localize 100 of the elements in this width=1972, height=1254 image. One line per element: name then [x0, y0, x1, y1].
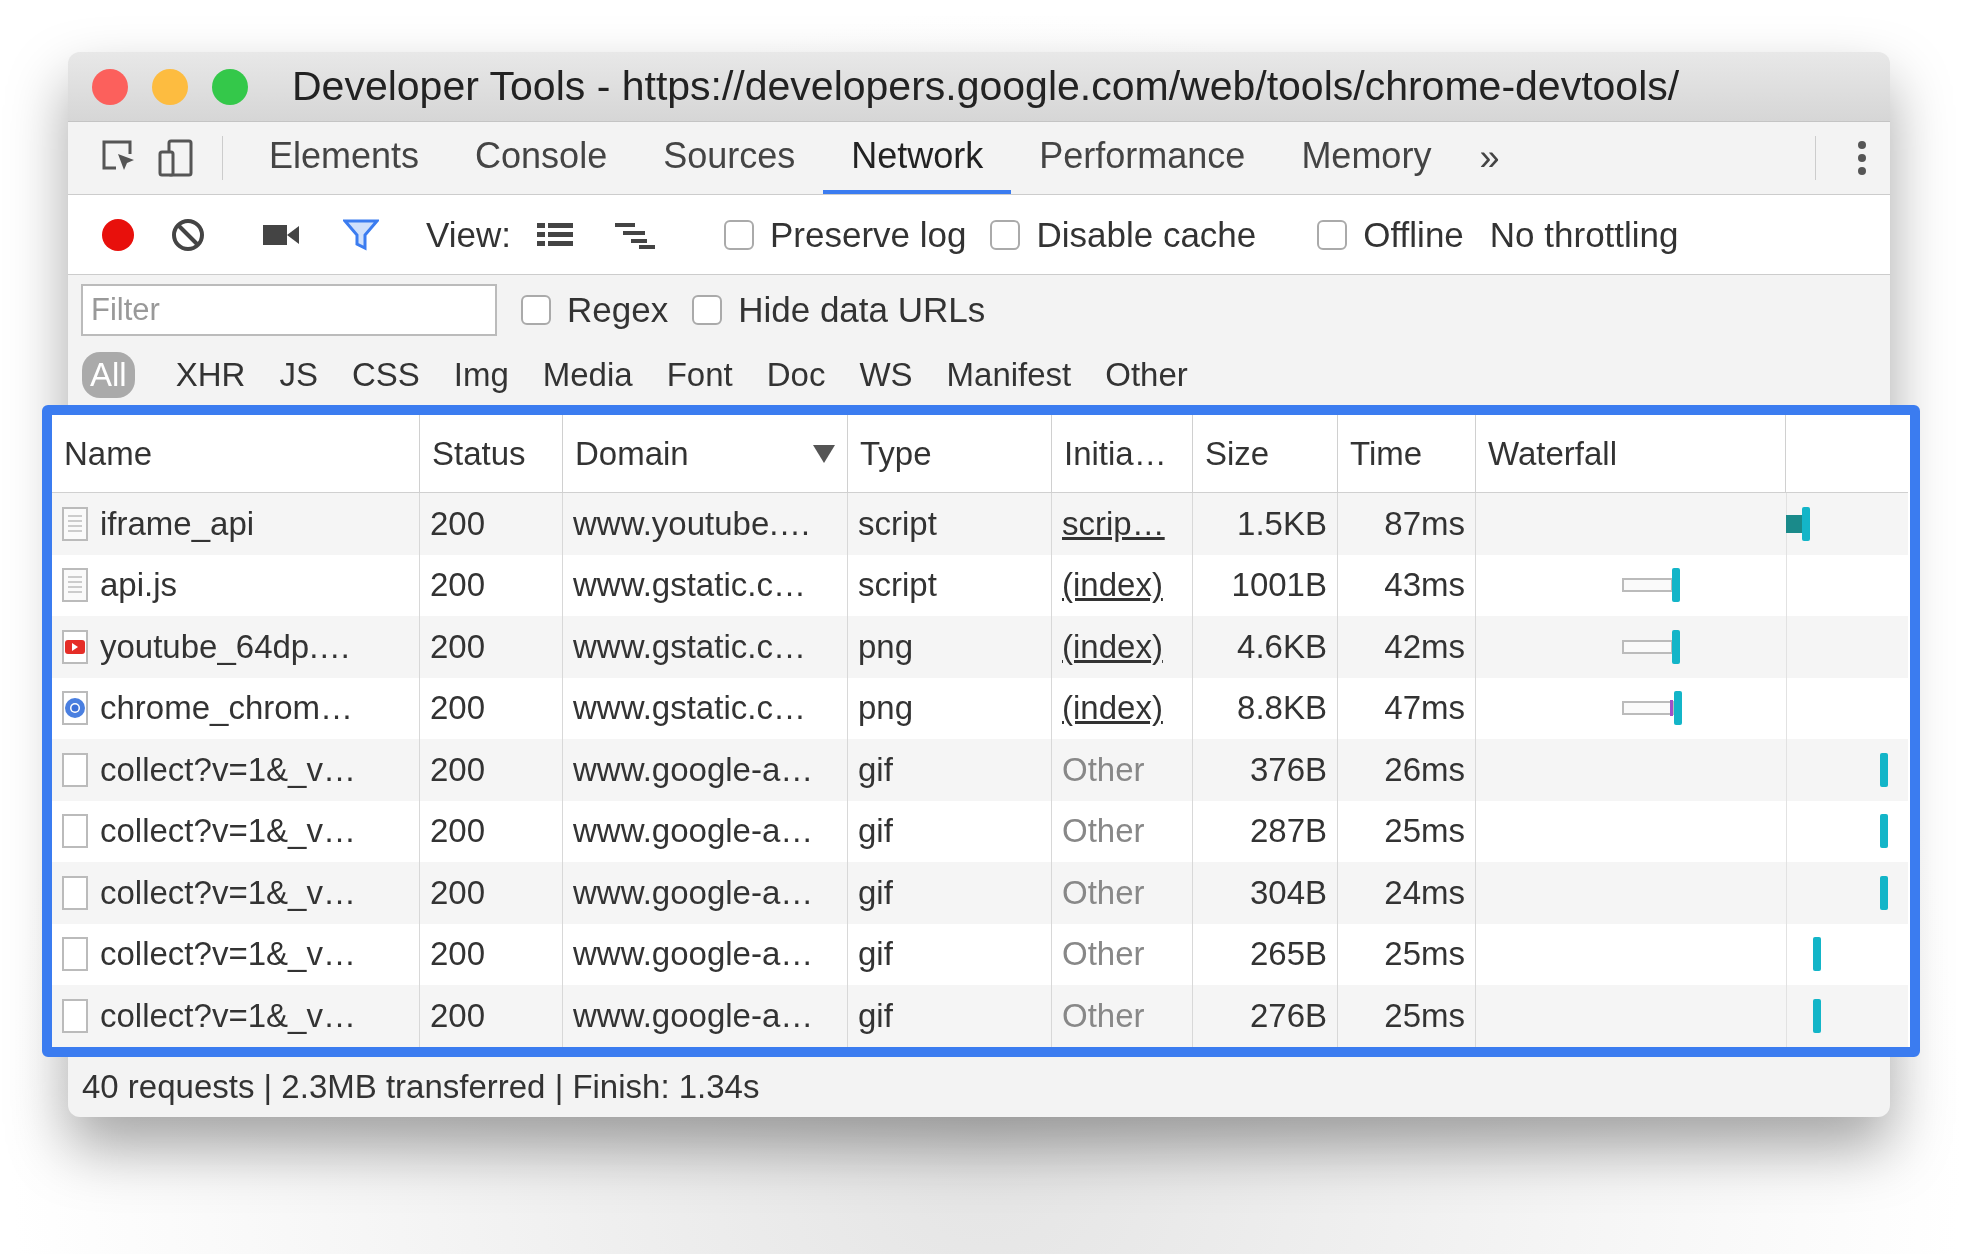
waterfall-view-icon[interactable]	[614, 220, 655, 249]
table-cell: 200	[430, 504, 486, 543]
device-icon[interactable]	[156, 138, 196, 178]
column-header[interactable]: Initia…	[1052, 415, 1193, 493]
table-cell: collect?v=1&_v…	[100, 873, 356, 912]
table-cell: www.gstatic.c…	[573, 566, 806, 605]
blank-file-icon	[62, 937, 88, 972]
column-header[interactable]: Waterfall	[1476, 415, 1786, 493]
table-cell: iframe_api	[100, 504, 255, 543]
table-cell: 287B	[1249, 812, 1327, 851]
type-filter[interactable]: Doc	[758, 352, 834, 398]
table-cell: gif	[858, 935, 893, 974]
checkbox-label: Disable cache	[1036, 214, 1257, 255]
type-filter[interactable]: XHR	[167, 352, 254, 398]
more-tabs-button[interactable]: »	[1459, 122, 1520, 194]
record-icon[interactable]	[100, 216, 136, 253]
type-filter[interactable]: JS	[271, 352, 326, 398]
type-filter[interactable]: CSS	[343, 352, 428, 398]
table-cell: 47ms	[1384, 689, 1465, 728]
table-cell: collect?v=1&_v…	[100, 935, 356, 974]
column-header[interactable]: Time	[1338, 415, 1476, 493]
filter-field[interactable]: Filter	[81, 284, 497, 336]
column-header[interactable]: Type	[848, 415, 1052, 493]
list-view-icon[interactable]	[536, 220, 573, 249]
column-header[interactable]: Status	[420, 415, 563, 493]
table-cell: www.google-a…	[573, 812, 814, 851]
checkbox-label: Regex	[567, 290, 669, 330]
waterfall-bar	[1880, 875, 1888, 910]
checkbox[interactable]	[692, 295, 723, 325]
type-filter[interactable]: Other	[1097, 352, 1196, 398]
table-cell: 1001B	[1231, 566, 1327, 605]
table-cell: 200	[430, 566, 486, 605]
checkbox-label: Hide data URLs	[738, 290, 986, 330]
column-header[interactable]: Domain	[563, 415, 848, 493]
table-cell: script	[858, 566, 937, 605]
table-cell: 4.6KB	[1237, 627, 1327, 666]
table-cell: 200	[430, 935, 486, 974]
status-text: 40 requests | 2.3MB transferred | Finish: 1.34s	[82, 1067, 760, 1106]
table-cell: 276B	[1249, 996, 1327, 1035]
table-cell: 376B	[1249, 750, 1327, 789]
table-cell: 200	[430, 750, 486, 789]
clear-icon[interactable]	[171, 217, 205, 252]
initiator-link[interactable]: (index)	[1062, 566, 1163, 605]
table-cell: 25ms	[1384, 996, 1465, 1035]
panel-tab[interactable]: Performance	[1011, 122, 1274, 194]
close-button[interactable]	[92, 68, 128, 105]
type-filter[interactable]: Font	[658, 352, 741, 398]
table-cell: www.gstatic.c…	[573, 627, 806, 666]
table-cell: Other	[1062, 750, 1145, 789]
checkbox[interactable]	[521, 295, 551, 325]
sort-descending-icon	[813, 444, 835, 463]
throttling-dropdown[interactable]: No throttling	[1489, 214, 1679, 255]
checkbox[interactable]	[1317, 219, 1348, 250]
type-filter[interactable]: Manifest	[938, 352, 1080, 398]
checkbox-label: Offline	[1363, 214, 1464, 255]
table-cell: 43ms	[1384, 566, 1465, 605]
waterfall-bar	[1813, 937, 1821, 972]
initiator-link[interactable]: (index)	[1062, 689, 1163, 728]
table-cell: script	[858, 504, 937, 543]
document-icon	[62, 506, 88, 541]
table-cell: 304B	[1249, 873, 1327, 912]
checkbox-label: Preserve log	[769, 214, 967, 255]
type-filter[interactable]: Img	[445, 352, 517, 398]
panel-tab[interactable]: Memory	[1273, 122, 1460, 194]
window-title: Developer Tools - https://developers.google.com/web/tools/chrome-devtools/	[292, 63, 1680, 110]
waterfall-bar	[1622, 629, 1680, 664]
blank-file-icon	[62, 998, 88, 1033]
view-label: View:	[426, 214, 511, 255]
table-cell: 25ms	[1384, 935, 1465, 974]
panel-tab[interactable]: Sources	[635, 122, 824, 194]
table-cell: collect?v=1&_v…	[100, 750, 356, 789]
panel-tab[interactable]: Elements	[241, 122, 448, 194]
table-cell: www.youtube.…	[573, 504, 812, 543]
table-cell: 87ms	[1384, 504, 1465, 543]
waterfall-bar	[1813, 998, 1821, 1033]
more-menu-icon[interactable]	[1857, 140, 1867, 176]
checkbox[interactable]	[990, 219, 1021, 250]
filter-icon[interactable]	[343, 218, 379, 251]
table-cell: www.google-a…	[573, 996, 814, 1035]
column-header[interactable]: Size	[1193, 415, 1338, 493]
document-icon	[62, 568, 88, 603]
type-filter[interactable]: Media	[534, 352, 641, 398]
video-camera-icon[interactable]	[263, 222, 299, 247]
table-cell: 26ms	[1384, 750, 1465, 789]
browser-image-icon	[62, 691, 88, 726]
waterfall-bar	[1786, 506, 1812, 541]
table-cell: png	[858, 689, 914, 728]
table-cell: youtube_64dp.…	[100, 627, 352, 666]
panel-tab[interactable]: Console	[447, 122, 636, 194]
blank-file-icon	[62, 752, 88, 787]
table-cell: Other	[1062, 873, 1145, 912]
table-cell: 200	[430, 873, 486, 912]
table-cell: collect?v=1&_v…	[100, 996, 356, 1035]
type-filter[interactable]: WS	[851, 352, 921, 398]
table-cell: 24ms	[1384, 873, 1465, 912]
waterfall-bar	[1622, 568, 1680, 603]
checkbox[interactable]	[723, 219, 754, 250]
blank-file-icon	[62, 875, 88, 910]
column-header[interactable]: Name	[52, 415, 420, 493]
table-cell: gif	[858, 873, 893, 912]
